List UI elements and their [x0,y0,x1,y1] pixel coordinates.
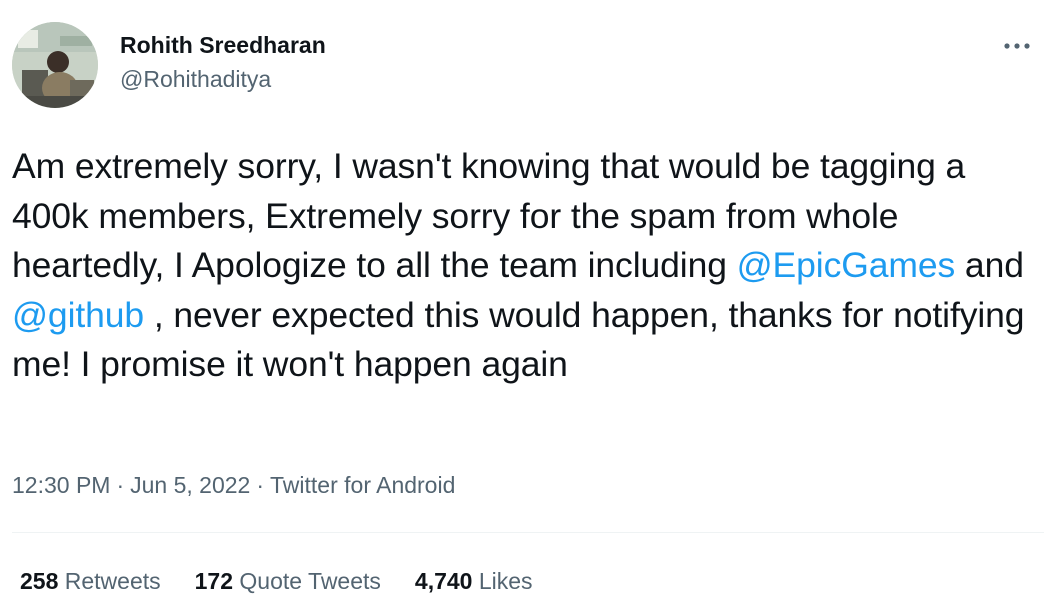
more-dots-icon [1004,43,1030,49]
tweet-text: Am extremely sorry, I wasn't knowing tha… [12,142,1042,390]
avatar[interactable] [12,22,98,108]
author-display-name[interactable]: Rohith Sreedharan [120,30,326,60]
retweets-stat[interactable]: 258 Retweets [20,566,161,596]
tweet-metadata: 12:30 PM · Jun 5, 2022 · Twitter for Android [12,470,455,500]
tweet-stats: 258 Retweets 172 Quote Tweets 4,740 Likes [20,566,567,596]
mention-epicgames-link[interactable]: @EpicGames [737,245,956,285]
mention-github-link[interactable]: @github [12,295,144,335]
tweet-card: Rohith Sreedharan @Rohithaditya Am extre… [0,0,1056,610]
meta-separator: · [256,472,265,498]
tweet-text-part: , never expected this would happen, than… [12,294,1025,385]
likes-stat[interactable]: 4,740 Likes [415,566,533,596]
likes-label: Likes [478,568,533,594]
more-options-button[interactable] [1000,34,1034,58]
profile-photo-icon [12,22,98,108]
quote-tweets-stat[interactable]: 172 Quote Tweets [195,566,381,596]
quote-tweets-count: 172 [194,568,234,594]
tweet-date-link[interactable]: Jun 5, 2022 [130,472,250,498]
divider [12,532,1044,533]
author-handle[interactable]: @Rohithaditya [120,64,326,94]
tweet-time-link[interactable]: 12:30 PM [12,472,110,498]
quote-tweets-label: Quote Tweets [239,568,381,594]
retweets-label: Retweets [64,568,161,594]
tweet-text-part: and [955,245,1024,285]
meta-separator: · [116,472,125,498]
tweet-source-link[interactable]: Twitter for Android [270,472,455,498]
retweets-count: 258 [20,568,59,594]
likes-count: 4,740 [414,568,473,594]
tweet-author: Rohith Sreedharan @Rohithaditya [120,30,326,94]
